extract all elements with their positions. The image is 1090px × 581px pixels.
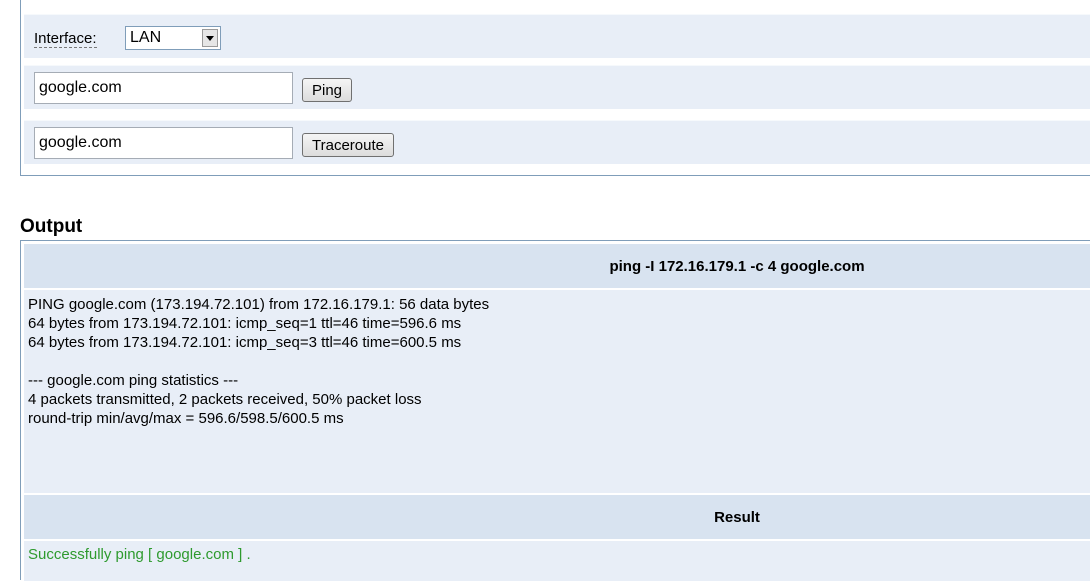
output-line: PING google.com (173.194.72.101) from 17… [28,296,490,313]
ping-button[interactable]: Ping [302,78,353,102]
result-message: Successfully ping [ google.com ] . [24,541,1090,581]
traceroute-button[interactable]: Traceroute [302,133,394,157]
ping-row: Ping [24,65,1090,109]
output-line: 64 bytes from 173.194.72.101: icmp_seq=3… [28,334,462,351]
command-header: ping -I 172.16.179.1 -c 4 google.com [24,244,1090,288]
output-line: 4 packets transmitted, 2 packets receive… [28,391,422,408]
traceroute-host-input[interactable] [34,127,293,159]
output-panel: ping -I 172.16.179.1 -c 4 google.com PIN… [20,240,1090,581]
result-header-text: Result [714,509,760,526]
interface-label: Interface: [34,30,97,48]
network-tools-panel: Interface: LAN Ping Traceroute [20,0,1090,176]
command-text: ping -I 172.16.179.1 -c 4 google.com [609,258,865,275]
result-header: Result [24,495,1090,539]
chevron-down-icon[interactable] [202,29,218,47]
output-line: round-trip min/avg/max = 596.6/598.5/600… [28,410,344,427]
traceroute-row: Traceroute [24,120,1090,164]
output-line: 64 bytes from 173.194.72.101: icmp_seq=1… [28,315,462,332]
output-line: --- google.com ping statistics --- [28,372,239,389]
output-body: PING google.com (173.194.72.101) from 17… [24,290,1090,493]
output-heading: Output [20,216,83,237]
ping-host-input[interactable] [34,72,293,104]
interface-select[interactable]: LAN [125,26,221,50]
interface-select-value: LAN [130,29,162,46]
interface-row: Interface: LAN [24,14,1090,58]
